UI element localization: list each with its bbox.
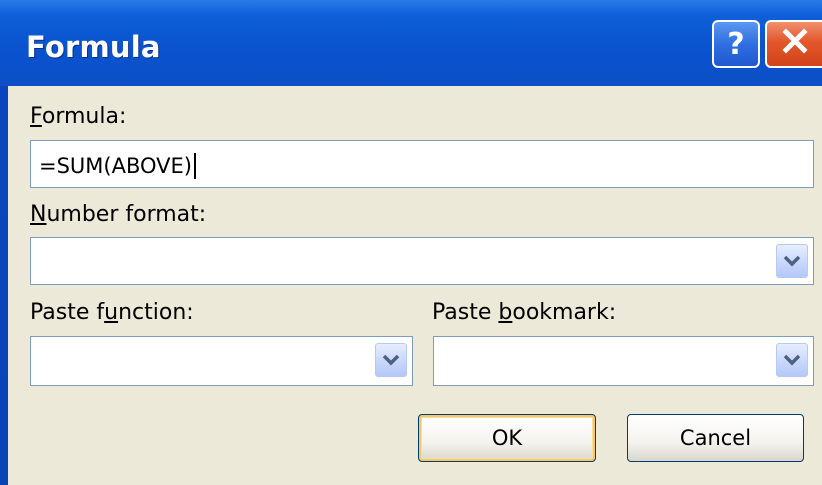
text-caret (194, 153, 196, 179)
close-button[interactable] (765, 20, 822, 68)
paste-function-label: Paste function: (30, 300, 194, 325)
paste-function-combobox[interactable] (30, 336, 413, 386)
dialog-body: Formula: =SUM(ABOVE) Number format: Past… (8, 86, 822, 485)
formula-value: =SUM(ABOVE) (39, 154, 192, 178)
number-format-dropdown-button[interactable] (776, 244, 808, 278)
chevron-down-icon (382, 354, 400, 366)
close-icon (781, 27, 808, 62)
paste-bookmark-combobox[interactable] (433, 336, 814, 386)
number-format-combobox[interactable] (30, 237, 814, 285)
title-bar[interactable]: Formula ? (0, 0, 822, 86)
cancel-button[interactable]: Cancel (627, 414, 804, 462)
paste-bookmark-dropdown-button[interactable] (776, 343, 808, 377)
dialog-title: Formula (26, 30, 161, 64)
help-button[interactable]: ? (712, 20, 760, 68)
chevron-down-icon (783, 255, 801, 267)
formula-label: Formula: (30, 104, 127, 129)
help-icon: ? (727, 26, 745, 62)
number-format-label: Number format: (30, 202, 207, 227)
paste-bookmark-label: Paste bookmark: (432, 300, 617, 325)
chevron-down-icon (783, 354, 801, 366)
formula-input[interactable]: =SUM(ABOVE) (30, 140, 814, 188)
ok-button[interactable]: OK (418, 414, 596, 462)
paste-function-dropdown-button[interactable] (375, 343, 407, 377)
formula-dialog: Formula ? Formula: =SUM(ABOVE) Number fo… (0, 0, 822, 485)
